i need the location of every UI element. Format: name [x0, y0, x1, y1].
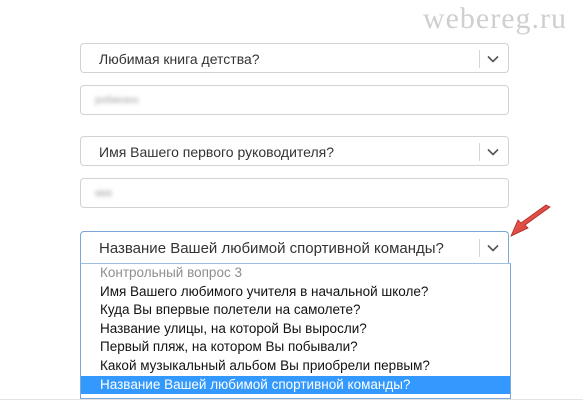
divider — [0, 399, 583, 400]
dropdown-option[interactable]: Какой музыкальный альбом Вы приобрели пе… — [81, 357, 510, 376]
select-separator — [479, 50, 480, 68]
security-question-3-value: Название Вашей любимой спортивной команд… — [99, 240, 444, 257]
security-answer-1-input[interactable]: робинзон — [80, 85, 509, 115]
security-question-2-value: Имя Вашего первого руководителя? — [99, 144, 335, 160]
dropdown-option[interactable]: Куда Вы впервые полетели на самолете? — [81, 301, 510, 320]
security-question-3-select[interactable]: Название Вашей любимой спортивной команд… — [80, 231, 509, 263]
security-question-1-select[interactable]: Любимая книга детства? — [80, 43, 509, 73]
watermark: webereg.ru — [422, 2, 567, 35]
dropdown-option[interactable]: Название улицы, на которой Вы выросли? — [81, 320, 510, 339]
security-answer-2-input[interactable]: ааа — [80, 178, 509, 208]
select-separator — [479, 143, 480, 161]
security-answer-1-value: робинзон — [95, 95, 139, 106]
security-answer-2-value: ааа — [95, 188, 112, 199]
security-question-2-select[interactable]: Имя Вашего первого руководителя? — [80, 136, 509, 166]
chevron-down-icon[interactable] — [486, 241, 500, 255]
red-arrow-icon — [510, 204, 551, 237]
select-separator — [479, 239, 480, 257]
dropdown-option-selected[interactable]: Название Вашей любимой спортивной команд… — [81, 375, 510, 395]
chevron-down-icon[interactable] — [486, 52, 500, 66]
dropdown-option[interactable]: Имя Вашего любимого учителя в начальной … — [81, 283, 510, 302]
security-question-1-value: Любимая книга детства? — [99, 51, 260, 67]
security-question-3-dropdown-list[interactable]: Контрольный вопрос 3 Имя Вашего любимого… — [80, 263, 511, 399]
dropdown-option-placeholder: Контрольный вопрос 3 — [100, 265, 242, 280]
dropdown-option[interactable]: Первый пляж, на котором Вы побывали? — [81, 338, 510, 357]
chevron-down-icon[interactable] — [486, 145, 500, 159]
